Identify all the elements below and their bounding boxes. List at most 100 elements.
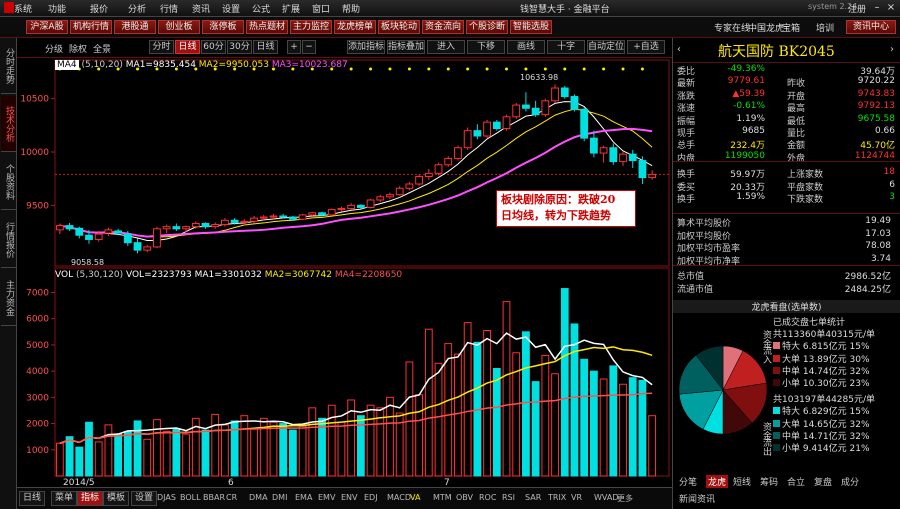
- toolbar-button-6[interactable]: 主力监控: [290, 20, 332, 34]
- indicator-10[interactable]: MACD: [387, 493, 411, 502]
- chart-tool-0[interactable]: 添加指标: [347, 40, 385, 54]
- period-button-3[interactable]: 30分: [227, 40, 252, 54]
- toolbar-button-5[interactable]: 热点题材: [246, 20, 288, 34]
- period-button-1[interactable]: 日线: [175, 40, 200, 54]
- menu-5[interactable]: 资讯: [192, 2, 210, 15]
- quote-value-2: 9675.58: [857, 113, 895, 124]
- indicator-6[interactable]: EMA: [295, 493, 312, 502]
- prev-arrow-icon[interactable]: ‹: [677, 44, 681, 55]
- side-tab-2[interactable]: 个股资料: [1, 154, 16, 210]
- toolbar-button-8[interactable]: 板块轮动: [378, 20, 420, 34]
- indicator-14[interactable]: ROC: [479, 493, 496, 502]
- menu-4[interactable]: 行情: [160, 2, 178, 15]
- indicator-0[interactable]: DJAS: [157, 493, 176, 502]
- indicator-7[interactable]: EMV: [318, 493, 335, 502]
- info-center-button[interactable]: 资讯中心: [846, 20, 896, 34]
- bottom-button-3[interactable]: 模板: [103, 491, 130, 506]
- dragon-tab-0[interactable]: 分笔: [679, 475, 697, 488]
- news-link[interactable]: 新闻资讯: [679, 492, 715, 505]
- chart-option-1[interactable]: 除权: [69, 42, 87, 55]
- indicator-5[interactable]: DMI: [272, 493, 287, 502]
- dragon-tab-1[interactable]: 龙虎: [706, 475, 729, 488]
- dragon-tab-4[interactable]: 合立: [787, 475, 805, 488]
- dragon-tab-5[interactable]: 复盘: [814, 475, 832, 488]
- period-button-2[interactable]: 60分: [201, 40, 226, 54]
- period-button-0[interactable]: 分时: [149, 40, 174, 54]
- bottom-button-1[interactable]: 菜单: [51, 491, 78, 506]
- side-tab-0[interactable]: 分时走势: [1, 38, 16, 94]
- side-tab-3[interactable]: 行情报价: [1, 212, 16, 268]
- kline-chart[interactable]: 9500 10000 10500 1000 2000 3000 4000 5000 6000 70…: [17, 58, 672, 488]
- indicator-3[interactable]: CR: [226, 493, 237, 502]
- chart-tool-6[interactable]: 自动定位: [587, 40, 625, 54]
- chart-tool-7[interactable]: +自选: [627, 40, 665, 54]
- chart-tool-1[interactable]: 指标叠加: [387, 40, 425, 54]
- chart-tool-3[interactable]: 下移: [467, 40, 505, 54]
- info-dot: [640, 67, 644, 71]
- side-tab-1[interactable]: 技术分析: [1, 96, 16, 152]
- bottom-button-2[interactable]: 指标: [77, 491, 104, 506]
- period-button-4[interactable]: 日线: [253, 40, 278, 54]
- dragon-tab-2[interactable]: 短线: [733, 475, 751, 488]
- zoom-out-icon[interactable]: −: [302, 40, 316, 54]
- dragon-tab-3[interactable]: 筹码: [760, 475, 778, 488]
- side-tab-4[interactable]: 主力资金: [1, 270, 16, 326]
- toolbar-button-9[interactable]: 资金流向: [422, 20, 464, 34]
- toolbar-button-1[interactable]: 机构行情: [70, 20, 112, 34]
- bottom-button-0[interactable]: 日线: [19, 491, 46, 506]
- dragon-tab-6[interactable]: 成分: [841, 475, 859, 488]
- menu-1[interactable]: 功能: [48, 2, 66, 15]
- chart-option-0[interactable]: 分级: [45, 42, 63, 55]
- indicator-8[interactable]: ENV: [341, 493, 358, 502]
- toolbar-link-3[interactable]: 培训: [816, 21, 834, 34]
- toolbar-button-4[interactable]: 涨停板: [202, 20, 244, 34]
- chart-option-2[interactable]: 全景: [93, 42, 111, 55]
- indicator-20[interactable]: 更多: [617, 493, 633, 504]
- info-dot: [543, 67, 547, 71]
- indicator-9[interactable]: EDJ: [364, 493, 378, 502]
- indicator-18[interactable]: VR: [571, 493, 582, 502]
- toolbar-button-10[interactable]: 个股诊断: [466, 20, 508, 34]
- menu-8[interactable]: 扩展: [282, 2, 300, 15]
- indicator-1[interactable]: BOLL: [180, 493, 201, 502]
- quote-label-2: 最低: [787, 116, 806, 127]
- menu-3[interactable]: 分析: [128, 2, 146, 15]
- toolbar-button-11[interactable]: 智能选股: [510, 20, 552, 34]
- indicator-4[interactable]: DMA: [249, 493, 268, 502]
- toolbar-button-0[interactable]: 沪深A股: [26, 20, 68, 34]
- chart-tool-4[interactable]: 画线: [507, 40, 545, 54]
- indicator-2[interactable]: BBAR: [203, 493, 225, 502]
- candle-body: [85, 234, 93, 240]
- menu-9[interactable]: 窗口: [312, 2, 330, 15]
- indicator-11[interactable]: VA: [410, 493, 420, 502]
- indicator-15[interactable]: RSI: [502, 493, 515, 502]
- chart-tool-5[interactable]: 十字: [547, 40, 585, 54]
- indicator-19[interactable]: WVAD: [594, 493, 619, 502]
- indicator-12[interactable]: MTM: [433, 493, 452, 502]
- next-arrow-icon[interactable]: ›: [890, 44, 894, 55]
- menu-2[interactable]: 报价: [90, 2, 108, 15]
- zoom-in-icon[interactable]: +: [287, 40, 301, 54]
- candle-body: [230, 219, 239, 223]
- toolbar-link-0[interactable]: 专家在线: [714, 21, 750, 34]
- menu-6[interactable]: 设置: [222, 2, 240, 15]
- indicator-13[interactable]: OBV: [456, 493, 473, 502]
- menu-0[interactable]: 系统: [14, 2, 32, 15]
- toolbar-link-1[interactable]: 中国龙虎: [748, 21, 784, 34]
- login-link[interactable]: 注册: [848, 2, 866, 15]
- quote-label-2: 金额: [787, 141, 806, 152]
- menu-10[interactable]: 帮助: [342, 2, 360, 15]
- info-dot: [446, 67, 450, 71]
- toolbar-button-2[interactable]: 港股通: [114, 20, 156, 34]
- quote-panel: ‹ 航天国防 BK2045 › 委比 -49.36% 39.64万 最新 9779.61…: [672, 38, 900, 509]
- indicator-16[interactable]: SAR: [525, 493, 541, 502]
- menu-7[interactable]: 公式: [252, 2, 270, 15]
- indicator-17[interactable]: TRIX: [548, 493, 566, 502]
- toolbar-button-3[interactable]: 创业板: [158, 20, 200, 34]
- chart-tool-2[interactable]: 进入: [427, 40, 465, 54]
- app-logo-icon: [4, 2, 14, 13]
- close-icon[interactable]: ×: [882, 1, 900, 15]
- toolbar-link-2[interactable]: 宝箱: [782, 21, 800, 34]
- bottom-button-4[interactable]: 设置: [131, 491, 158, 506]
- toolbar-button-7[interactable]: 龙虎榜单: [334, 20, 376, 34]
